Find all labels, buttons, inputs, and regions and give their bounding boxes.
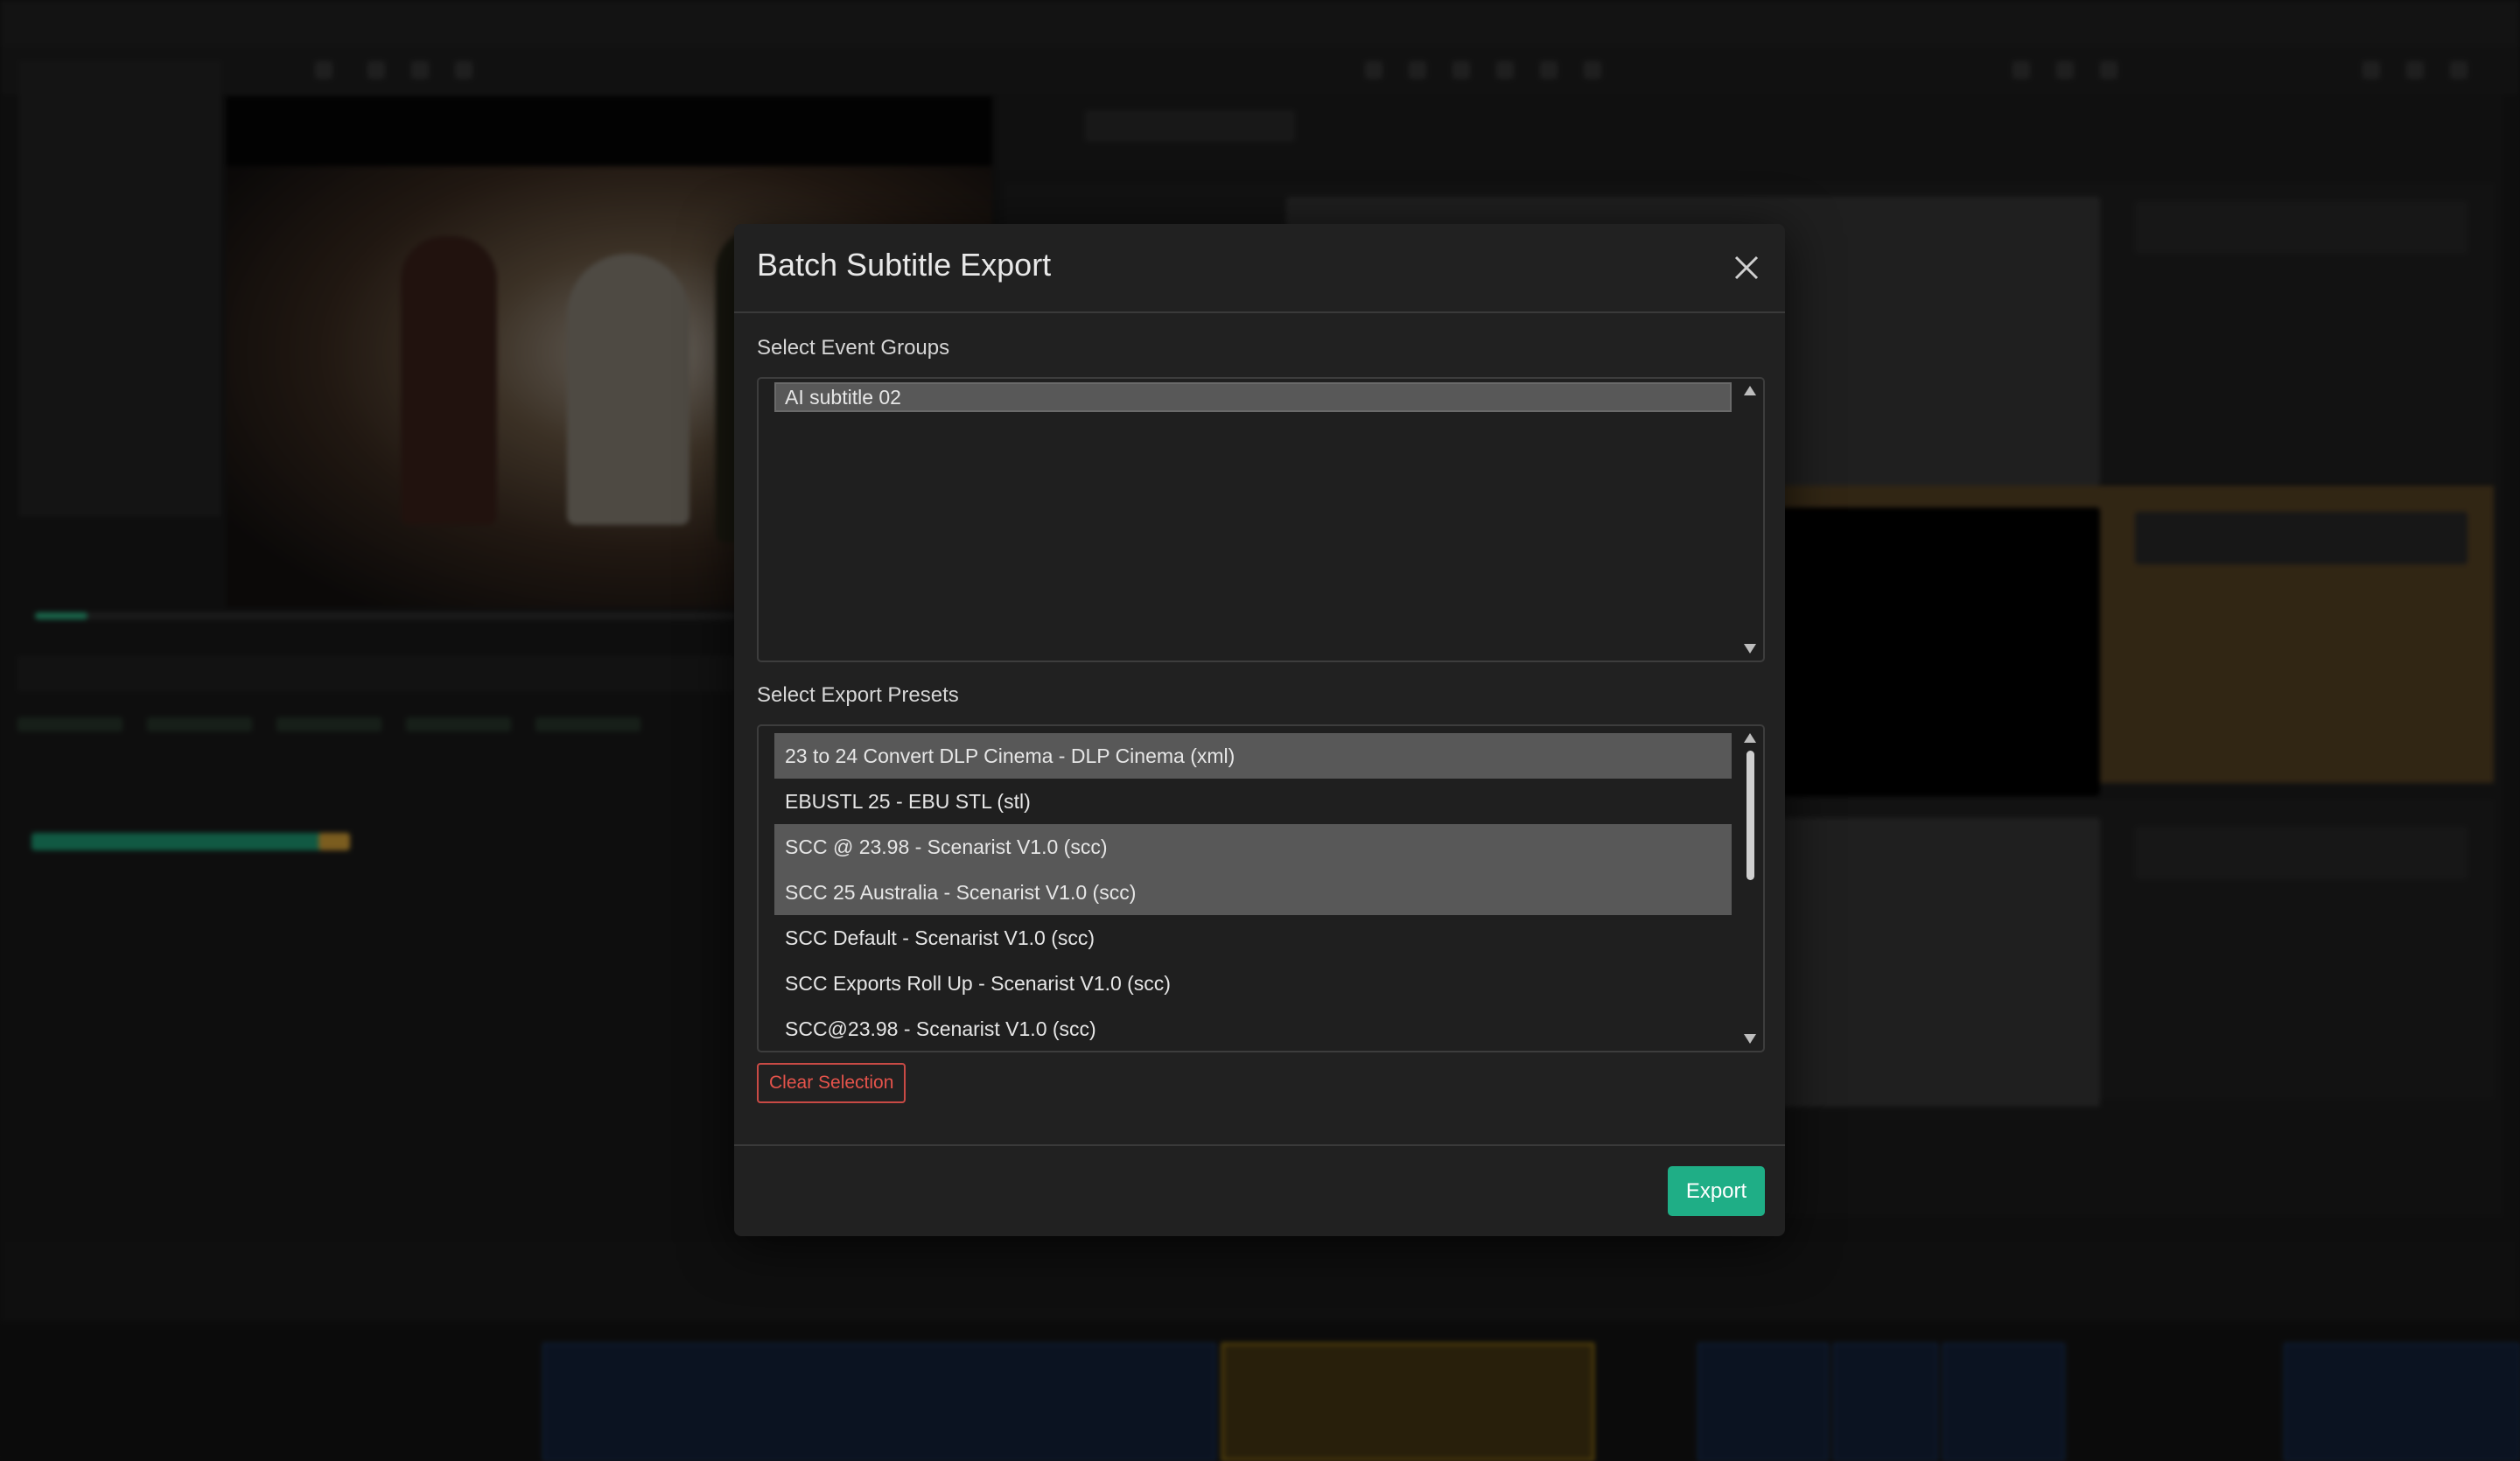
export-preset-item[interactable]: SCC@23.98 - Scenarist V1.0 (scc) xyxy=(774,1006,1732,1051)
export-preset-label: SCC @ 23.98 - Scenarist V1.0 (scc) xyxy=(785,835,1108,858)
event-group-label: AI subtitle 02 xyxy=(785,386,901,409)
export-preset-label: SCC Exports Roll Up - Scenarist V1.0 (sc… xyxy=(785,972,1171,995)
dialog-title: Batch Subtitle Export xyxy=(757,247,1052,283)
export-preset-item[interactable]: SCC @ 23.98 - Scenarist V1.0 (scc) xyxy=(774,824,1732,870)
chevron-down-icon[interactable] xyxy=(1744,1034,1756,1044)
export-preset-label: 23 to 24 Convert DLP Cinema - DLP Cinema… xyxy=(785,744,1236,767)
event-groups-label: Select Event Groups xyxy=(757,336,950,360)
export-presets-list[interactable]: 23 to 24 Convert DLP Cinema - DLP Cinema… xyxy=(757,724,1765,1052)
scrollbar-thumb[interactable] xyxy=(1746,751,1754,880)
export-preset-label: EBUSTL 25 - EBU STL (stl) xyxy=(785,790,1031,813)
export-button[interactable]: Export xyxy=(1668,1166,1765,1216)
export-preset-label: SCC Default - Scenarist V1.0 (scc) xyxy=(785,926,1096,949)
chevron-up-icon[interactable] xyxy=(1744,386,1756,395)
event-groups-list[interactable]: AI subtitle 02 xyxy=(757,377,1765,662)
export-preset-item[interactable]: SCC Exports Roll Up - Scenarist V1.0 (sc… xyxy=(774,961,1732,1006)
event-groups-scrollbar[interactable] xyxy=(1744,382,1758,657)
chevron-down-icon[interactable] xyxy=(1744,644,1756,654)
export-presets-label: Select Export Presets xyxy=(757,683,959,707)
clear-selection-button[interactable]: Clear Selection xyxy=(757,1063,906,1103)
export-preset-item[interactable]: SCC Default - Scenarist V1.0 (scc) xyxy=(774,915,1732,961)
export-presets-scrollbar[interactable] xyxy=(1744,730,1758,1047)
export-preset-label: SCC@23.98 - Scenarist V1.0 (scc) xyxy=(785,1017,1096,1040)
export-preset-label: SCC 25 Australia - Scenarist V1.0 (scc) xyxy=(785,881,1137,904)
close-button[interactable] xyxy=(1727,248,1766,287)
export-preset-item[interactable]: SCC 25 Australia - Scenarist V1.0 (scc) xyxy=(774,870,1732,915)
dialog-header: Batch Subtitle Export xyxy=(734,224,1785,313)
batch-subtitle-export-dialog: Batch Subtitle Export Select Event Group… xyxy=(734,224,1785,1236)
chevron-up-icon[interactable] xyxy=(1744,733,1756,743)
export-preset-item[interactable]: 23 to 24 Convert DLP Cinema - DLP Cinema… xyxy=(774,733,1732,779)
footer-divider xyxy=(734,1144,1785,1146)
event-group-item[interactable]: AI subtitle 02 xyxy=(774,382,1732,412)
export-preset-item[interactable]: EBUSTL 25 - EBU STL (stl) xyxy=(774,779,1732,824)
close-icon xyxy=(1734,255,1759,280)
